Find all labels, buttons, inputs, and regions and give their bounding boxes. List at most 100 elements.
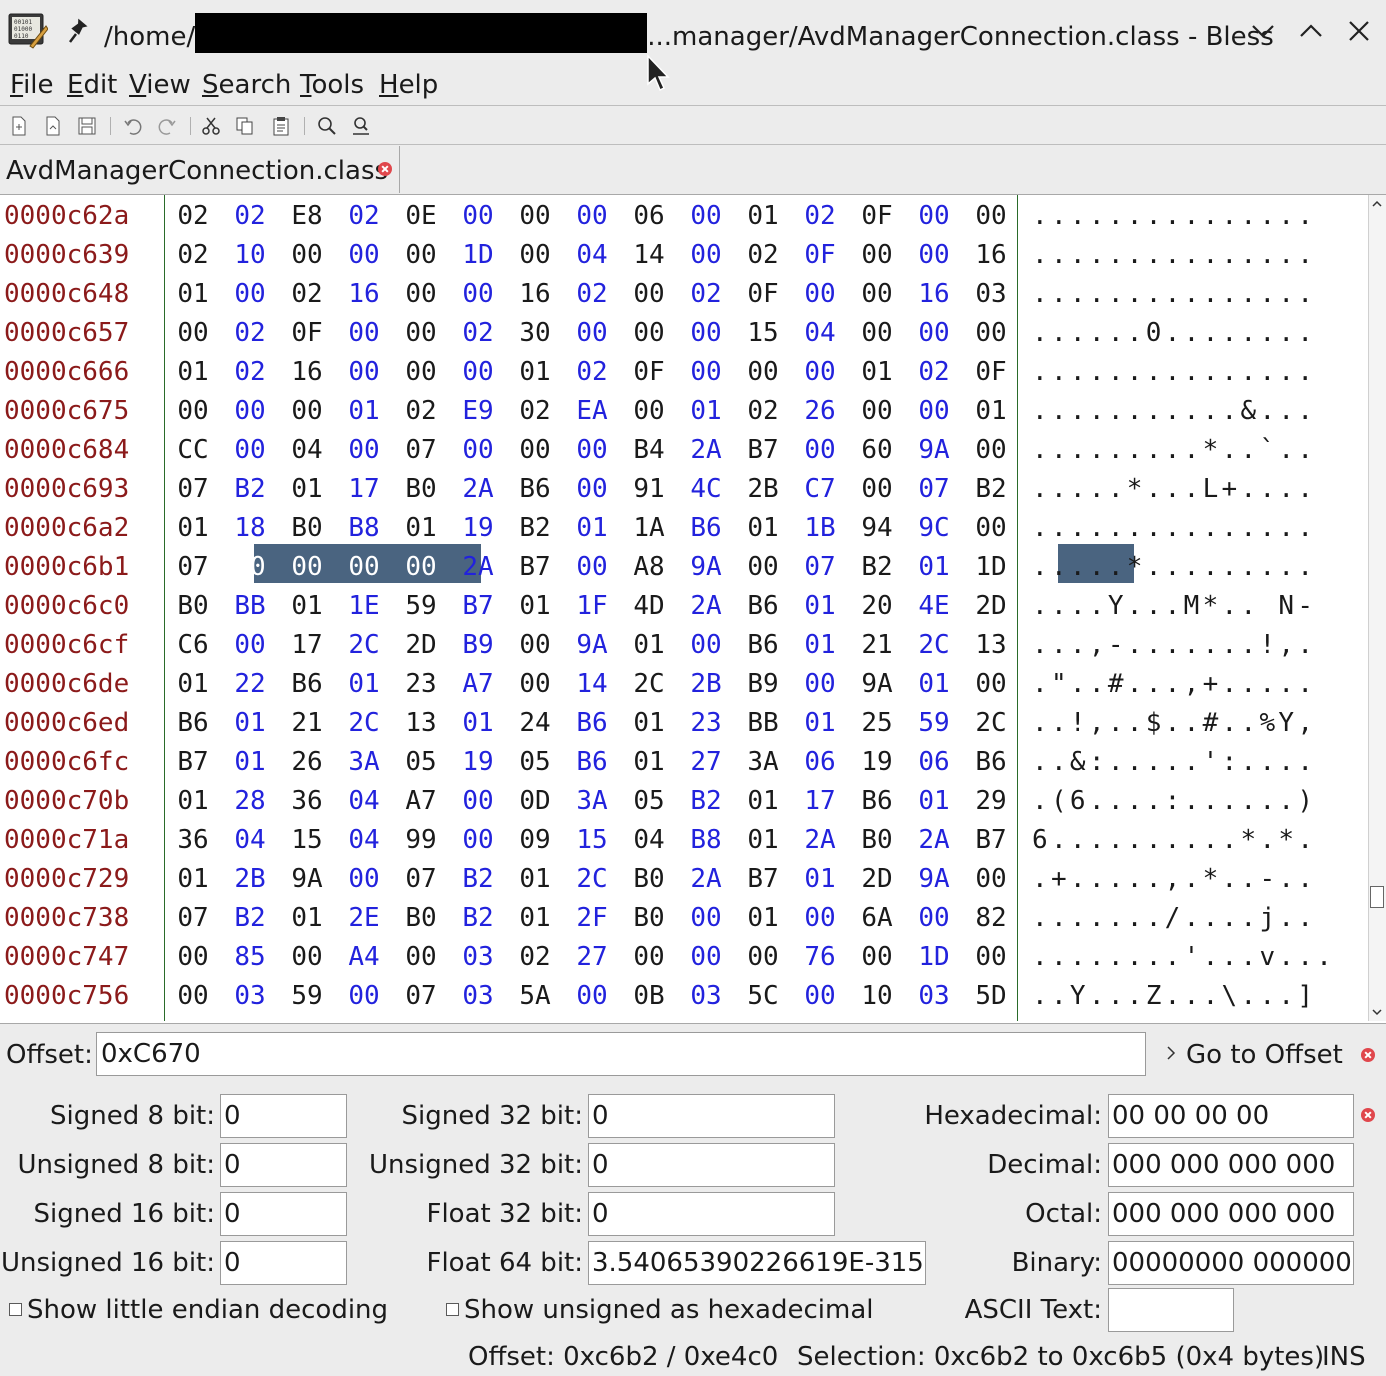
hex-byte[interactable]: 00: [680, 314, 732, 353]
little-endian-checkbox[interactable]: [9, 1303, 22, 1316]
hex-byte[interactable]: 01: [908, 548, 960, 587]
hex-byte[interactable]: 06: [623, 197, 675, 236]
hex-byte[interactable]: 00: [794, 899, 846, 938]
redo-icon[interactable]: [156, 115, 178, 137]
hex-byte[interactable]: 17: [338, 470, 390, 509]
hex-byte[interactable]: 82: [965, 899, 1017, 938]
hex-byte[interactable]: 03: [224, 977, 276, 1016]
hex-byte[interactable]: 00: [566, 548, 618, 587]
hex-byte[interactable]: 02: [224, 197, 276, 236]
menu-view[interactable]: View: [129, 68, 191, 102]
hex-byte[interactable]: B6: [737, 626, 789, 665]
hex-byte[interactable]: B6: [680, 509, 732, 548]
hex-byte[interactable]: 00: [566, 470, 618, 509]
hex-byte[interactable]: CC: [167, 431, 219, 470]
hex-byte[interactable]: 0F: [794, 236, 846, 275]
hex-byte[interactable]: 2B: [224, 860, 276, 899]
hex-byte[interactable]: B8: [680, 821, 732, 860]
hex-byte[interactable]: 2B: [680, 665, 732, 704]
hex-byte[interactable]: 00: [338, 353, 390, 392]
hex-byte[interactable]: 00: [851, 236, 903, 275]
hex-byte[interactable]: 6A: [851, 899, 903, 938]
ascii-row[interactable]: ...........&...: [1032, 392, 1316, 431]
hex-byte[interactable]: 9A: [281, 860, 333, 899]
hex-byte[interactable]: 0F: [737, 275, 789, 314]
hex-byte[interactable]: 18: [224, 509, 276, 548]
hex-byte[interactable]: 9C: [908, 509, 960, 548]
hex-byte[interactable]: 02: [737, 236, 789, 275]
hex-byte[interactable]: 15: [737, 314, 789, 353]
hex-byte[interactable]: 00: [623, 392, 675, 431]
hex-byte[interactable]: 03: [452, 977, 504, 1016]
hex-byte[interactable]: 2E: [338, 899, 390, 938]
hex-byte[interactable]: 1D: [452, 236, 504, 275]
ascii-row[interactable]: ........'...v...: [1032, 938, 1335, 977]
hex-byte[interactable]: B7: [167, 743, 219, 782]
ascii-row[interactable]: .....*.........: [1032, 548, 1316, 587]
paste-icon[interactable]: [270, 115, 292, 137]
unsigned-hex-checkbox[interactable]: [446, 1303, 459, 1316]
hex-byte[interactable]: 07: [395, 431, 447, 470]
hex-byte[interactable]: 00: [224, 626, 276, 665]
hex-byte[interactable]: B0: [851, 821, 903, 860]
hex-byte[interactable]: 01: [338, 392, 390, 431]
hex-byte[interactable]: 59: [395, 587, 447, 626]
hex-byte[interactable]: 00: [623, 314, 675, 353]
hex-byte[interactable]: 02: [224, 353, 276, 392]
hex-byte[interactable]: 01: [908, 782, 960, 821]
hex-byte[interactable]: 25: [851, 704, 903, 743]
ascii-row[interactable]: ...............: [1032, 236, 1316, 275]
hex-byte[interactable]: 02: [566, 353, 618, 392]
unsigned-16-field[interactable]: [220, 1241, 347, 1285]
scroll-up-icon[interactable]: [1370, 197, 1384, 211]
hex-byte[interactable]: B2: [851, 548, 903, 587]
hex-byte[interactable]: 5C: [737, 977, 789, 1016]
hex-byte[interactable]: 01: [167, 782, 219, 821]
hex-byte[interactable]: 15: [566, 821, 618, 860]
new-file-icon[interactable]: [8, 115, 30, 137]
hex-byte[interactable]: 16: [338, 275, 390, 314]
hex-byte[interactable]: 21: [281, 704, 333, 743]
maximize-icon[interactable]: [1294, 14, 1328, 48]
hex-byte[interactable]: 14: [566, 665, 618, 704]
hex-byte[interactable]: 04: [566, 236, 618, 275]
ascii-row[interactable]: ."..#...,+.....: [1032, 665, 1316, 704]
hex-byte[interactable]: 22: [224, 665, 276, 704]
hex-byte[interactable]: 10: [224, 236, 276, 275]
menu-tools[interactable]: Tools: [300, 68, 364, 102]
hex-byte[interactable]: 00: [395, 314, 447, 353]
hex-byte[interactable]: 02: [281, 275, 333, 314]
hex-byte[interactable]: 60: [851, 431, 903, 470]
hex-byte[interactable]: 9A: [908, 860, 960, 899]
hex-byte[interactable]: 06: [794, 743, 846, 782]
hex-byte[interactable]: 2C: [965, 704, 1017, 743]
ascii-column[interactable]: ........................................…: [1020, 195, 1368, 1021]
hex-byte[interactable]: 91: [623, 470, 675, 509]
minimize-icon[interactable]: [1246, 14, 1280, 48]
go-to-offset-button[interactable]: Go to Offset: [1186, 1038, 1343, 1072]
hex-byte[interactable]: 0D: [509, 782, 561, 821]
hex-byte[interactable]: 5D: [965, 977, 1017, 1016]
hex-byte[interactable]: B2: [965, 470, 1017, 509]
hex-byte[interactable]: 2F: [566, 899, 618, 938]
hex-byte[interactable]: 00: [965, 509, 1017, 548]
unsigned-32-field[interactable]: [588, 1143, 835, 1187]
hex-byte[interactable]: A4: [338, 938, 390, 977]
hex-byte[interactable]: 10: [851, 977, 903, 1016]
hex-byte[interactable]: 1B: [794, 509, 846, 548]
hex-byte[interactable]: 2A: [680, 860, 732, 899]
hex-byte[interactable]: 01: [965, 392, 1017, 431]
hex-byte[interactable]: 17: [281, 626, 333, 665]
hex-byte[interactable]: A7: [452, 665, 504, 704]
hex-byte[interactable]: 2A: [452, 470, 504, 509]
hex-byte[interactable]: 2B: [737, 470, 789, 509]
hex-byte[interactable]: B0: [281, 509, 333, 548]
ascii-row[interactable]: ...............: [1032, 353, 1316, 392]
hex-byte[interactable]: 00: [851, 392, 903, 431]
hex-byte[interactable]: 01: [509, 899, 561, 938]
undo-icon[interactable]: [122, 115, 144, 137]
unsigned-8-field[interactable]: [220, 1143, 347, 1187]
hex-byte[interactable]: 01: [737, 509, 789, 548]
hex-byte[interactable]: 00: [794, 431, 846, 470]
hex-byte[interactable]: 36: [281, 782, 333, 821]
